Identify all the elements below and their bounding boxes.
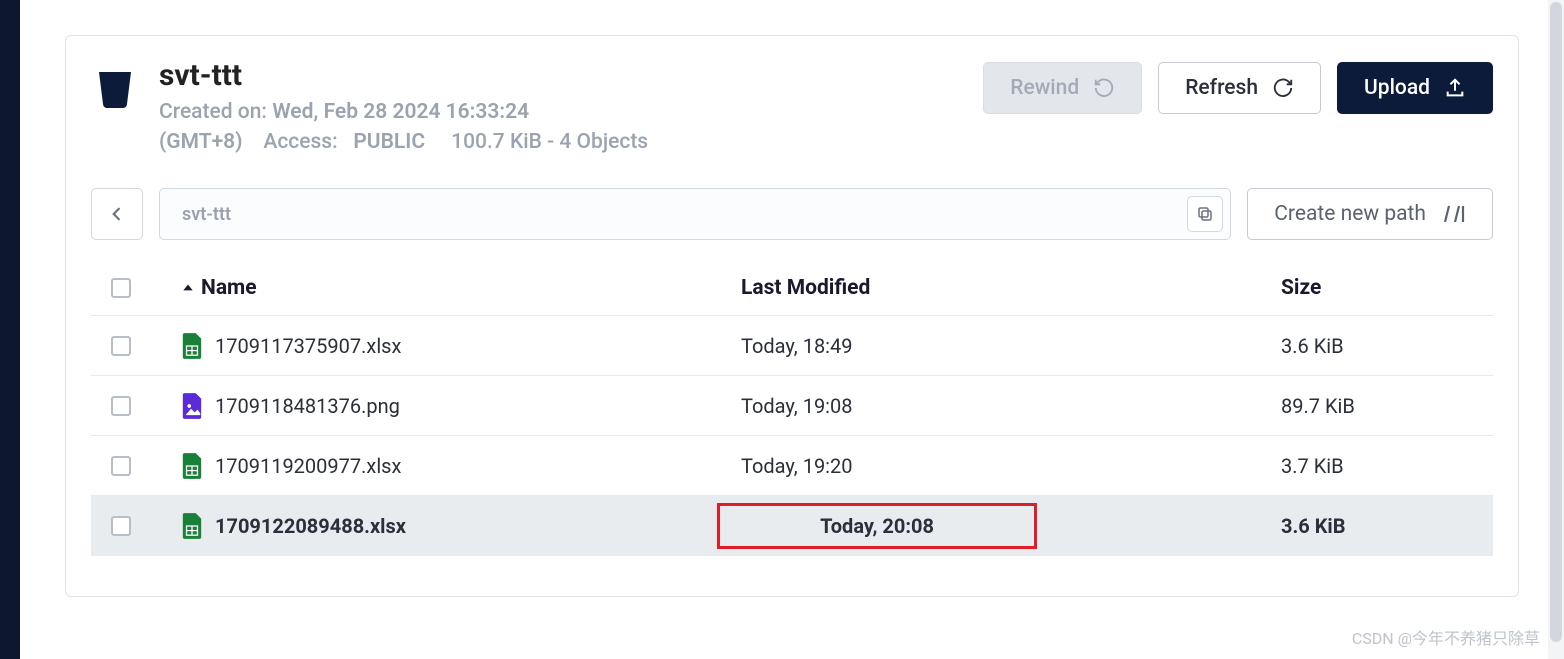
table-row[interactable]: 1709119200977.xlsx Today, 19:203.7 KiB xyxy=(91,436,1493,496)
file-size-cell: 89.7 KiB xyxy=(1281,394,1493,418)
scrollbar[interactable] xyxy=(1548,0,1564,659)
file-name: 1709118481376.png xyxy=(215,394,400,418)
left-nav-bar xyxy=(0,0,20,659)
bucket-meta-line: (GMT+8) Access: PUBLIC 100.7 KiB - 4 Obj… xyxy=(159,130,963,154)
back-button[interactable] xyxy=(91,188,143,240)
access-value: PUBLIC xyxy=(353,130,425,154)
row-checkbox[interactable] xyxy=(111,336,131,356)
header-actions: Rewind Refresh Upload xyxy=(983,62,1493,114)
refresh-icon xyxy=(1272,77,1294,99)
path-row: Create new path xyxy=(91,188,1493,240)
upload-icon xyxy=(1444,77,1466,99)
png-file-icon xyxy=(181,393,203,419)
upload-button[interactable]: Upload xyxy=(1337,62,1493,114)
file-name-cell[interactable]: 1709122089488.xlsx xyxy=(181,513,741,539)
file-table: Name Last Modified Size 1709117375907.xl… xyxy=(91,260,1493,556)
xlsx-file-icon xyxy=(181,333,203,359)
file-size-cell: 3.6 KiB xyxy=(1281,514,1493,538)
row-checkbox[interactable] xyxy=(111,396,131,416)
create-path-label: Create new path xyxy=(1274,202,1426,226)
highlight-box: Today, 20:08 xyxy=(717,503,1037,549)
scrollbar-thumb[interactable] xyxy=(1550,2,1562,642)
table-row[interactable]: 1709122089488.xlsxToday, 20:083.6 KiB xyxy=(91,496,1493,556)
rewind-icon xyxy=(1093,77,1115,99)
rewind-button: Rewind xyxy=(983,62,1142,114)
created-value: Wed, Feb 28 2024 16:33:24 xyxy=(272,100,529,124)
chevron-left-icon xyxy=(107,204,127,224)
file-modified-cell: Today, 19:20 xyxy=(741,454,1281,478)
access-label: Access: xyxy=(263,130,337,154)
column-name[interactable]: Name xyxy=(181,276,741,300)
bucket-icon xyxy=(91,64,139,112)
file-size-cell: 3.6 KiB xyxy=(1281,334,1493,358)
col-size-label: Size xyxy=(1281,276,1321,300)
column-size[interactable]: Size xyxy=(1281,276,1493,300)
sort-asc-icon xyxy=(181,281,195,295)
copy-path-button[interactable] xyxy=(1187,196,1223,232)
column-modified[interactable]: Last Modified xyxy=(741,276,1281,300)
row-checkbox[interactable] xyxy=(111,516,131,536)
path-icon xyxy=(1442,202,1466,226)
header-checkbox-cell xyxy=(91,278,181,298)
col-modified-label: Last Modified xyxy=(741,276,870,300)
row-checkbox[interactable] xyxy=(111,456,131,476)
file-modified-cell: Today, 20:08 xyxy=(741,503,1281,549)
created-label: Created on: xyxy=(159,100,267,124)
bucket-info: svt-ttt Created on: Wed, Feb 28 2024 16:… xyxy=(159,58,963,154)
refresh-label: Refresh xyxy=(1185,76,1258,100)
rewind-label: Rewind xyxy=(1010,76,1079,100)
row-checkbox-cell xyxy=(91,456,181,476)
bucket-panel: svt-ttt Created on: Wed, Feb 28 2024 16:… xyxy=(65,35,1519,597)
row-checkbox-cell xyxy=(91,516,181,536)
tz-label: (GMT+8) xyxy=(159,130,243,154)
file-name-cell[interactable]: 1709117375907.xlsx xyxy=(181,333,741,359)
file-modified-cell: Today, 18:49 xyxy=(741,334,1281,358)
xlsx-file-icon xyxy=(181,513,203,539)
table-row[interactable]: 1709118481376.png Today, 19:0889.7 KiB xyxy=(91,376,1493,436)
path-input[interactable] xyxy=(159,188,1231,240)
upload-label: Upload xyxy=(1364,76,1430,100)
bucket-stats: 100.7 KiB - 4 Objects xyxy=(451,130,648,154)
path-input-wrap xyxy=(159,188,1231,240)
row-checkbox-cell xyxy=(91,336,181,356)
table-header: Name Last Modified Size xyxy=(91,260,1493,316)
file-name-cell[interactable]: 1709118481376.png xyxy=(181,393,741,419)
copy-icon xyxy=(1196,205,1214,223)
col-name-label: Name xyxy=(201,276,257,300)
file-modified-cell: Today, 19:08 xyxy=(741,394,1281,418)
refresh-button[interactable]: Refresh xyxy=(1158,62,1321,114)
table-body: 1709117375907.xlsxToday, 18:493.6 KiB170… xyxy=(91,316,1493,556)
main-area: svt-ttt Created on: Wed, Feb 28 2024 16:… xyxy=(20,0,1564,659)
row-checkbox-cell xyxy=(91,396,181,416)
bucket-header: svt-ttt Created on: Wed, Feb 28 2024 16:… xyxy=(91,58,1493,154)
select-all-checkbox[interactable] xyxy=(111,278,131,298)
table-row[interactable]: 1709117375907.xlsx Today, 18:493.6 KiB xyxy=(91,316,1493,376)
file-name-cell[interactable]: 1709119200977.xlsx xyxy=(181,453,741,479)
bucket-created-line: Created on: Wed, Feb 28 2024 16:33:24 xyxy=(159,100,963,124)
xlsx-file-icon xyxy=(181,453,203,479)
file-size-cell: 3.7 KiB xyxy=(1281,454,1493,478)
file-name: 1709117375907.xlsx xyxy=(215,334,401,358)
file-name: 1709119200977.xlsx xyxy=(215,454,401,478)
create-path-button[interactable]: Create new path xyxy=(1247,188,1493,240)
file-name: 1709122089488.xlsx xyxy=(215,514,406,538)
watermark: CSDN @今年不养猪只除草 xyxy=(1352,625,1540,649)
bucket-title: svt-ttt xyxy=(159,58,963,94)
